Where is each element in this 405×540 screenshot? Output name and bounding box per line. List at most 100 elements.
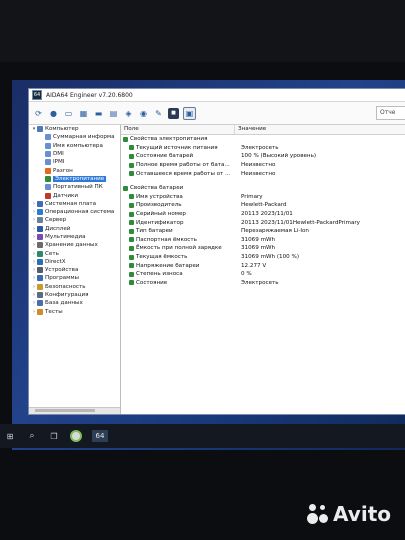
tree-item[interactable]: › Операционная система — [29, 208, 120, 216]
tree-item[interactable]: Разгон — [29, 166, 120, 174]
avito-logo-icon — [307, 503, 329, 525]
field-value: 31069 mWh — [241, 245, 276, 252]
tree-node-icon — [45, 159, 51, 166]
property-icon — [129, 280, 134, 286]
tree-item[interactable]: Портативный ПК — [29, 183, 120, 191]
detail-row[interactable]: Серийный номер 20113 2023/11/01 — [121, 210, 405, 219]
tree-item[interactable]: › Мультимедиа — [29, 233, 120, 241]
tree-item[interactable]: › Устройства — [29, 266, 120, 274]
section-title: Свойства батареи — [130, 185, 184, 192]
tree-horizontal-scrollbar[interactable] — [29, 407, 120, 414]
tree-node-icon — [37, 126, 43, 133]
refresh-icon[interactable]: ⟳ — [33, 108, 44, 119]
field-value: 20113 2023/11/01 — [241, 211, 293, 218]
benchmark-icon[interactable]: ■ — [168, 107, 179, 119]
field-value: Primary — [241, 193, 263, 200]
detail-row[interactable]: Тип батареи Перезаряжаемая Li-Ion — [121, 227, 405, 236]
tree-item[interactable]: › Сервер — [29, 216, 120, 224]
tree-item[interactable]: Датчики — [29, 191, 120, 199]
tree-node-icon — [45, 175, 51, 182]
column-header-field[interactable]: Поле — [121, 125, 235, 134]
tree-item[interactable]: › DirectX — [29, 258, 120, 266]
tree-item-label: Портативный ПК — [53, 184, 103, 191]
tree-item-label: Имя компьютера — [53, 142, 103, 149]
field-name: Состояние батарей — [136, 153, 194, 160]
windows-icon[interactable]: ⊞ — [4, 430, 16, 442]
chip-icon[interactable]: ▦ — [78, 108, 89, 119]
tree-item-label: База данных — [45, 300, 83, 307]
tree-item[interactable]: Электропитание — [29, 175, 120, 183]
tree-item[interactable]: ▾ Компьютер — [29, 125, 120, 133]
user-icon[interactable]: ● — [48, 108, 59, 119]
tree-item-label: DMI — [53, 151, 64, 158]
app-icon: 64 — [32, 90, 42, 100]
monitor-icon[interactable]: ▭ — [63, 108, 74, 119]
disk-icon[interactable]: ◉ — [138, 108, 149, 119]
field-value: 0 % — [241, 271, 252, 278]
property-icon — [129, 171, 134, 177]
network-icon[interactable]: ◈ — [123, 108, 134, 119]
memory-icon[interactable]: ▬ — [93, 108, 104, 119]
field-name: Напряжение батареи — [136, 262, 200, 269]
search-icon[interactable]: ⌕ — [26, 430, 38, 442]
detail-row[interactable]: Состояние Электросеть — [121, 279, 405, 288]
tools-icon[interactable]: ✎ — [153, 108, 164, 119]
section-header: Свойства батареи — [121, 184, 405, 193]
detail-row[interactable]: Ёмкость при полной зарядке 31069 mWh — [121, 244, 405, 253]
tree-item[interactable]: Имя компьютера — [29, 142, 120, 150]
storage-icon[interactable]: ▤ — [108, 108, 119, 119]
title-bar: 64 AIDA64 Engineer v7.20.6800 — [29, 89, 405, 102]
detail-row[interactable]: Идентификатор 20113 2023/11/01Hewlett-Pac… — [121, 218, 405, 227]
tree-item-label: Сеть — [45, 250, 59, 257]
column-header-value[interactable]: Значение — [235, 125, 266, 134]
tree-node-icon — [37, 200, 43, 207]
detail-row[interactable]: Напряжение батареи 12.277 V — [121, 261, 405, 270]
tree-item[interactable]: › Хранение данных — [29, 241, 120, 249]
detail-row[interactable]: Текущая ёмкость 31069 mWh (100 %) — [121, 253, 405, 262]
tree-item[interactable]: › Конфигурация — [29, 291, 120, 299]
field-value: 20113 2023/11/01Hewlett-PackardPrimary — [241, 219, 360, 226]
aida64-icon[interactable]: 64 — [92, 430, 108, 442]
detail-row[interactable]: Оставшееся время работы от ... Неизвестно — [121, 169, 405, 178]
detail-row[interactable]: Производитель Hewlett-Packard — [121, 201, 405, 210]
detail-row[interactable]: Степень износа 0 % — [121, 270, 405, 279]
field-value: 31069 mWh — [241, 236, 276, 243]
detail-row[interactable]: Паспортная ёмкость 31069 mWh — [121, 236, 405, 245]
field-value: Электросеть — [241, 279, 279, 286]
detail-row[interactable]: Полное время работы от бата... Неизвестно — [121, 161, 405, 170]
detail-row[interactable]: Текущий источник питания Электросеть — [121, 144, 405, 153]
property-icon — [129, 245, 134, 251]
property-icon — [129, 145, 134, 151]
tree-item[interactable]: › Системная плата — [29, 200, 120, 208]
tree-item[interactable]: › База данных — [29, 299, 120, 307]
property-icon — [129, 202, 134, 208]
tree-item[interactable]: DMI — [29, 150, 120, 158]
report-button[interactable]: Отче — [376, 106, 405, 120]
tree-item[interactable]: › Дисплей — [29, 225, 120, 233]
report-icon[interactable]: ▣ — [183, 106, 196, 120]
detail-row[interactable]: Имя устройства Primary — [121, 193, 405, 202]
window-title: AIDA64 Engineer v7.20.6800 — [46, 91, 133, 99]
scrollbar-thumb[interactable] — [35, 409, 95, 412]
tree-item[interactable]: IPMI — [29, 158, 120, 166]
tree-item[interactable]: › Сеть — [29, 249, 120, 257]
field-name: Идентификатор — [136, 219, 184, 226]
tree-item-label: DirectX — [45, 258, 66, 265]
tree-node-icon — [45, 142, 51, 149]
property-icon — [129, 153, 134, 159]
tree-item[interactable]: › Тесты — [29, 308, 120, 316]
property-icon — [129, 254, 134, 260]
tree-node-icon — [37, 308, 43, 315]
tree-item[interactable]: › Программы — [29, 274, 120, 282]
detail-row[interactable]: Состояние батарей 100 % (Высокий уровень) — [121, 152, 405, 161]
chrome-icon[interactable] — [70, 430, 82, 442]
field-value: Неизвестно — [241, 170, 276, 177]
property-icon — [129, 194, 134, 200]
navigation-tree[interactable]: ▾ Компьютер Суммарная информа Имя компьютер… — [29, 125, 121, 414]
field-name: Серийный номер — [136, 211, 186, 218]
tree-item[interactable]: › Безопасность — [29, 283, 120, 291]
details-rows: Свойства электропитания Текущий источник … — [121, 135, 405, 287]
property-icon — [129, 263, 134, 269]
tree-item[interactable]: Суммарная информа — [29, 133, 120, 141]
task-view-icon[interactable]: ❐ — [48, 430, 60, 442]
